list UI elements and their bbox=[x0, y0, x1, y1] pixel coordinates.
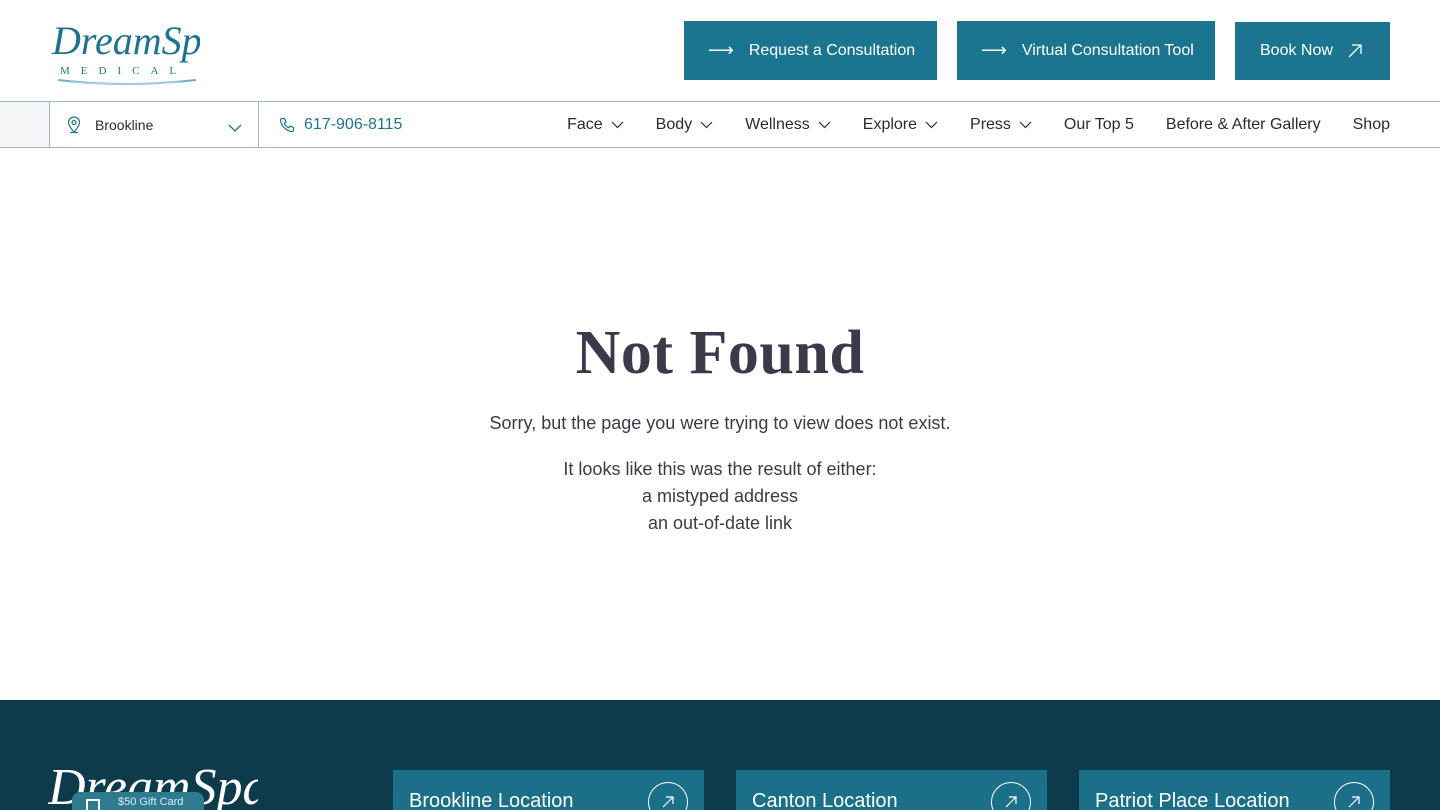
phone-number: 617-906-8115 bbox=[304, 115, 403, 133]
book-now-button[interactable]: Book Now bbox=[1235, 22, 1390, 80]
gift-card-label: $50 Gift Card bbox=[118, 796, 184, 808]
nav-item-our-top-5[interactable]: Our Top 5 bbox=[1064, 116, 1134, 134]
not-found-section: Not Found Sorry, but the page you were t… bbox=[0, 148, 1440, 700]
site-header: DreamSpa MEDICAL ⟶ Request a Consultatio… bbox=[0, 0, 1440, 101]
location-card-name: Canton Location bbox=[752, 790, 898, 810]
request-consultation-button[interactable]: ⟶ Request a Consultation bbox=[684, 21, 937, 80]
nav-item-press[interactable]: Press bbox=[970, 116, 1032, 134]
error-message: Sorry, but the page you were trying to v… bbox=[489, 413, 951, 433]
error-reason-item: a mistyped address bbox=[641, 486, 799, 506]
location-card-name: Brookline Location bbox=[409, 790, 574, 810]
phone-icon bbox=[279, 117, 295, 133]
chevron-down-icon bbox=[818, 121, 831, 129]
nav-item-label: Before & After Gallery bbox=[1165, 115, 1321, 133]
nav-item-label: Body bbox=[655, 115, 693, 133]
nav-item-label: Wellness bbox=[745, 115, 810, 133]
arrow-right-icon: ⟶ bbox=[708, 40, 734, 60]
nav-item-explore[interactable]: Explore bbox=[863, 116, 938, 134]
main-navbar: Brookline 617-906-8115 Face Body Wellnes… bbox=[0, 101, 1440, 148]
logo-subtext: MEDICAL bbox=[60, 65, 187, 77]
request-consultation-label: Request a Consultation bbox=[748, 41, 916, 59]
location-select-value: Brookline bbox=[95, 117, 154, 133]
nav-item-label: Shop bbox=[1352, 115, 1390, 133]
site-footer: DreamSpa $50 Gift Card Brookline Locatio… bbox=[0, 700, 1440, 810]
nav-item-label: Our Top 5 bbox=[1063, 115, 1134, 133]
location-select[interactable]: Brookline bbox=[50, 102, 259, 147]
chevron-down-icon bbox=[700, 121, 713, 129]
external-arrow-icon bbox=[991, 782, 1031, 810]
nav-item-shop[interactable]: Shop bbox=[1353, 116, 1390, 134]
nav-item-label: Face bbox=[567, 115, 603, 133]
phone-link[interactable]: 617-906-8115 bbox=[279, 102, 402, 147]
external-arrow-icon bbox=[1347, 43, 1363, 59]
nav-menu: Face Body Wellness Explore Press Our Top… bbox=[567, 102, 1390, 147]
external-arrow-icon bbox=[648, 782, 688, 810]
gift-card-icon bbox=[86, 799, 100, 810]
page-title: Not Found bbox=[575, 319, 865, 387]
chevron-down-icon bbox=[228, 120, 242, 138]
navbar-spacer bbox=[0, 102, 50, 147]
error-reasons: It looks like this was the result of eit… bbox=[0, 456, 1440, 537]
virtual-consultation-label: Virtual Consultation Tool bbox=[1021, 41, 1194, 59]
location-pin-icon bbox=[66, 116, 82, 139]
nav-item-face[interactable]: Face bbox=[567, 116, 624, 134]
logo-wordmark: DreamSpa bbox=[51, 18, 200, 63]
nav-item-body[interactable]: Body bbox=[656, 116, 713, 134]
book-now-label: Book Now bbox=[1260, 42, 1333, 59]
nav-item-wellness[interactable]: Wellness bbox=[745, 116, 831, 134]
dreamspa-logo[interactable]: DreamSpa MEDICAL bbox=[50, 14, 200, 86]
error-reason-item: an out-of-date link bbox=[647, 513, 793, 533]
location-card-name: Patriot Place Location bbox=[1095, 790, 1290, 810]
location-card-canton[interactable]: Canton Location bbox=[736, 770, 1047, 810]
location-card-brookline[interactable]: Brookline Location bbox=[393, 770, 704, 810]
nav-item-before-after-gallery[interactable]: Before & After Gallery bbox=[1166, 116, 1321, 134]
nav-item-label: Press bbox=[970, 115, 1011, 133]
nav-item-label: Explore bbox=[862, 115, 918, 133]
chevron-down-icon bbox=[611, 121, 624, 129]
virtual-consultation-button[interactable]: ⟶ Virtual Consultation Tool bbox=[957, 21, 1215, 80]
chevron-down-icon bbox=[925, 121, 938, 129]
gift-card-tab[interactable]: $50 Gift Card bbox=[72, 792, 204, 810]
external-arrow-icon bbox=[1334, 782, 1374, 810]
error-reason-intro: It looks like this was the result of eit… bbox=[563, 459, 877, 479]
location-card-patriot-place[interactable]: Patriot Place Location bbox=[1079, 770, 1390, 810]
arrow-right-icon: ⟶ bbox=[981, 40, 1007, 60]
chevron-down-icon bbox=[1019, 121, 1032, 129]
